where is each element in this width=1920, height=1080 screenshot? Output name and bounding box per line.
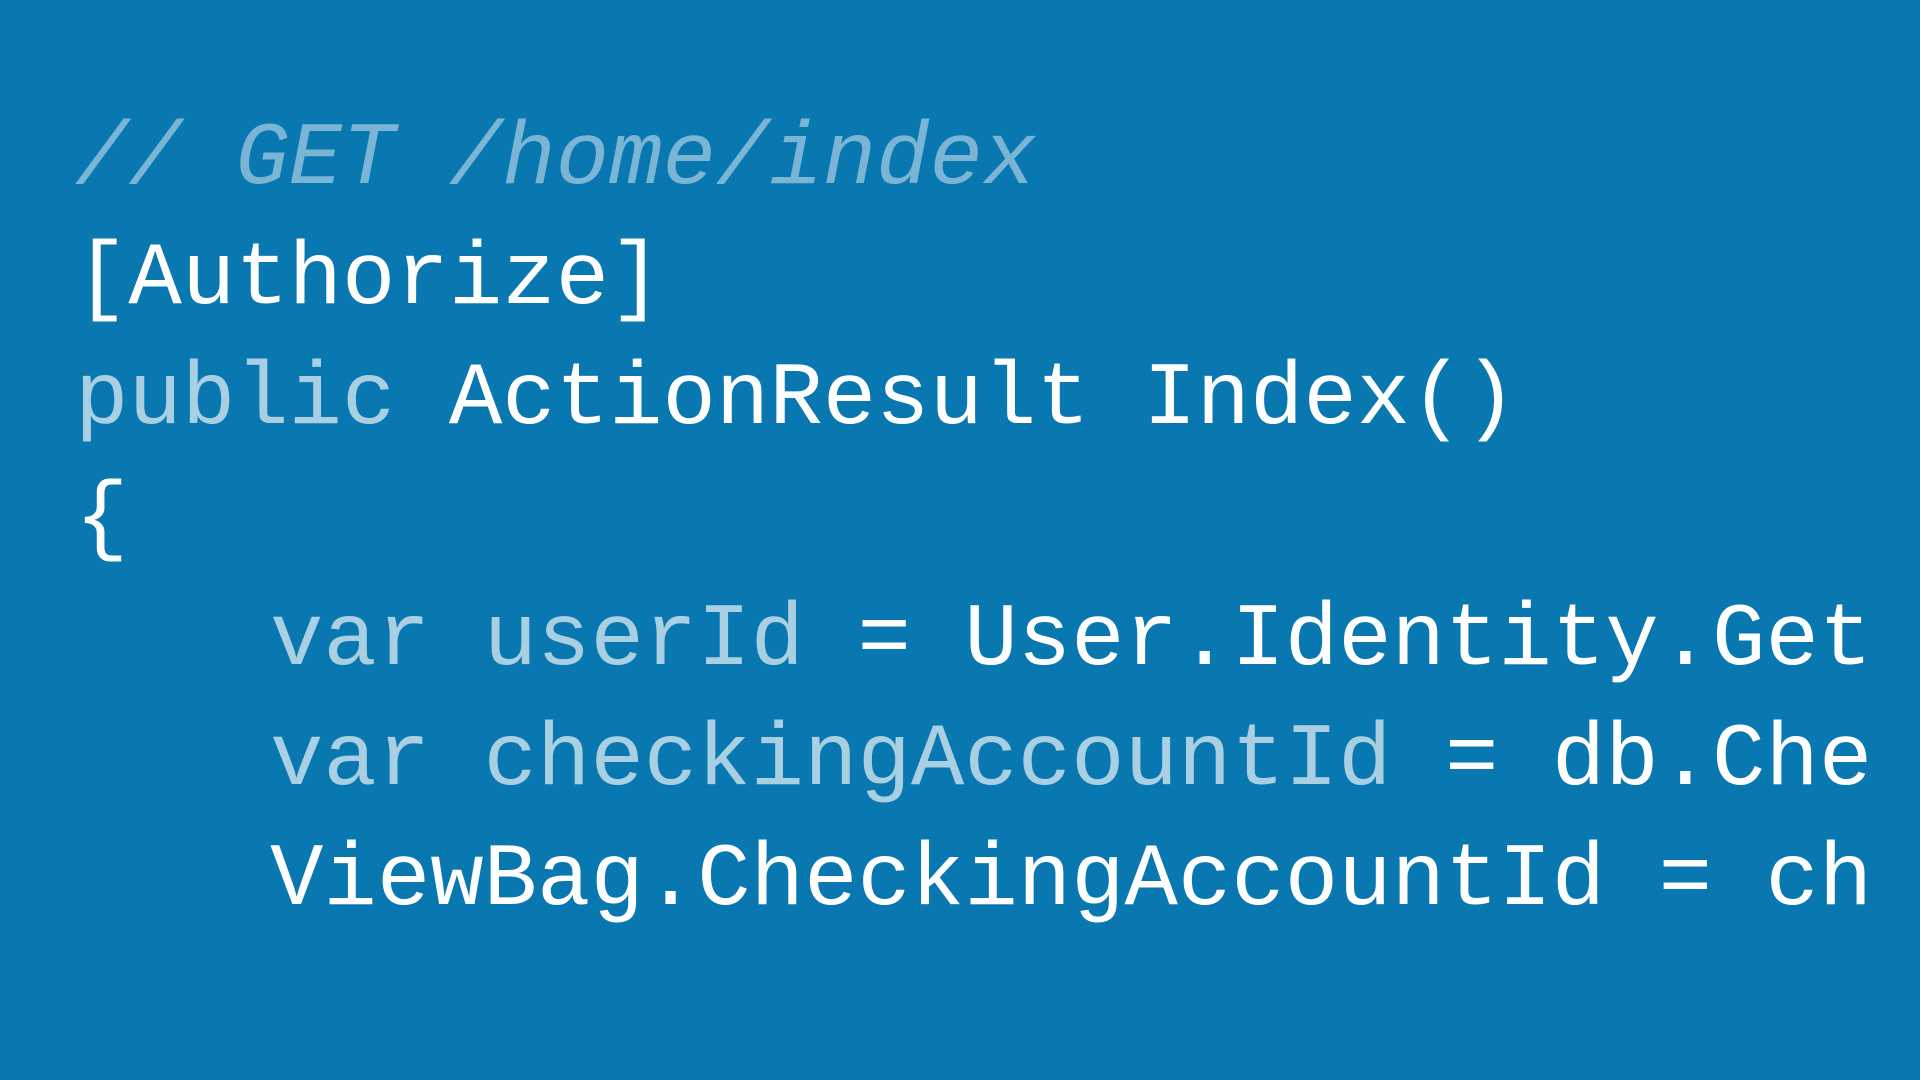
code-line-6: var checkingAccountId = db.Che xyxy=(75,701,1920,821)
code-line-3: public ActionResult Index() xyxy=(75,340,1920,460)
code-line-5: var userId = User.Identity.Get xyxy=(75,581,1920,701)
viewbag-assignment: ViewBag.CheckingAccountId = ch xyxy=(270,830,1872,931)
identifier-checkingaccountid: checkingAccountId xyxy=(430,710,1391,811)
identifier-userid: userId xyxy=(430,590,804,691)
keyword-var: var xyxy=(270,590,430,691)
method-signature: ActionResult Index() xyxy=(395,349,1517,450)
code-line-7: ViewBag.CheckingAccountId = ch xyxy=(75,821,1920,941)
attribute-text: [Authorize] xyxy=(75,229,663,330)
assignment-2: = db.Che xyxy=(1392,710,1873,811)
code-line-2: [Authorize] xyxy=(75,220,1920,340)
code-line-4: { xyxy=(75,460,1920,580)
assignment-1: = User.Identity.Get xyxy=(804,590,1872,691)
code-editor: // GET /home/index [Authorize] public Ac… xyxy=(0,0,1920,941)
keyword-public: public xyxy=(75,349,395,450)
comment-text: // GET /home/index xyxy=(75,109,1036,210)
keyword-var: var xyxy=(270,710,430,811)
open-brace: { xyxy=(75,469,128,570)
code-line-1: // GET /home/index xyxy=(75,100,1920,220)
